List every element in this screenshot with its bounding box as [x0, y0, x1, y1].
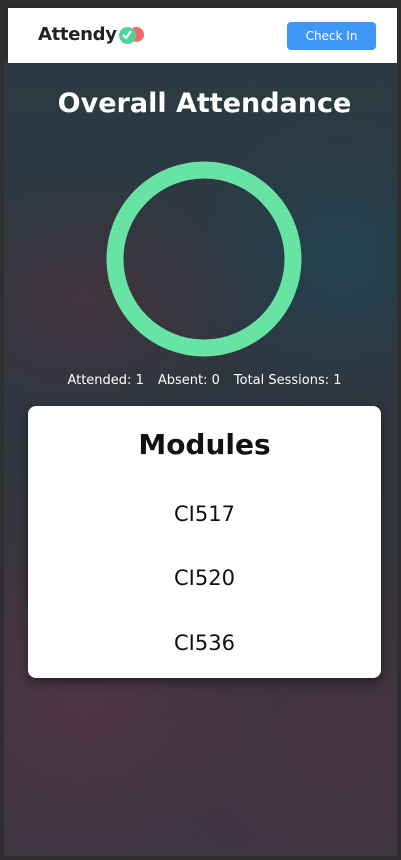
top-navbar: Attendy Check In: [8, 8, 397, 63]
total-sessions-count: Total Sessions: 1: [233, 373, 342, 388]
modules-card: Modules CI517 CI520 CI536: [28, 406, 381, 678]
check-in-button[interactable]: Check In: [287, 22, 376, 50]
attended-count: Attended: 1: [67, 373, 144, 388]
modules-title: Modules: [138, 428, 271, 461]
attendance-ring: [106, 161, 302, 357]
absent-count: Absent: 0: [157, 373, 220, 388]
attendance-ring-progress: [106, 161, 302, 357]
app-frame: Attendy Check In Overall Attendance Atte…: [0, 0, 401, 860]
logo-check-icon: [118, 25, 145, 45]
module-item-ci536[interactable]: CI536: [28, 631, 381, 655]
logo-text: Attendy: [38, 24, 117, 45]
module-item-ci520[interactable]: CI520: [28, 566, 381, 590]
attendance-stats: Attended: 1 Absent: 0 Total Sessions: 1: [8, 373, 397, 388]
module-item-ci517[interactable]: CI517: [28, 502, 381, 526]
page-title: Overall Attendance: [57, 88, 352, 119]
app-logo[interactable]: Attendy: [38, 24, 145, 45]
